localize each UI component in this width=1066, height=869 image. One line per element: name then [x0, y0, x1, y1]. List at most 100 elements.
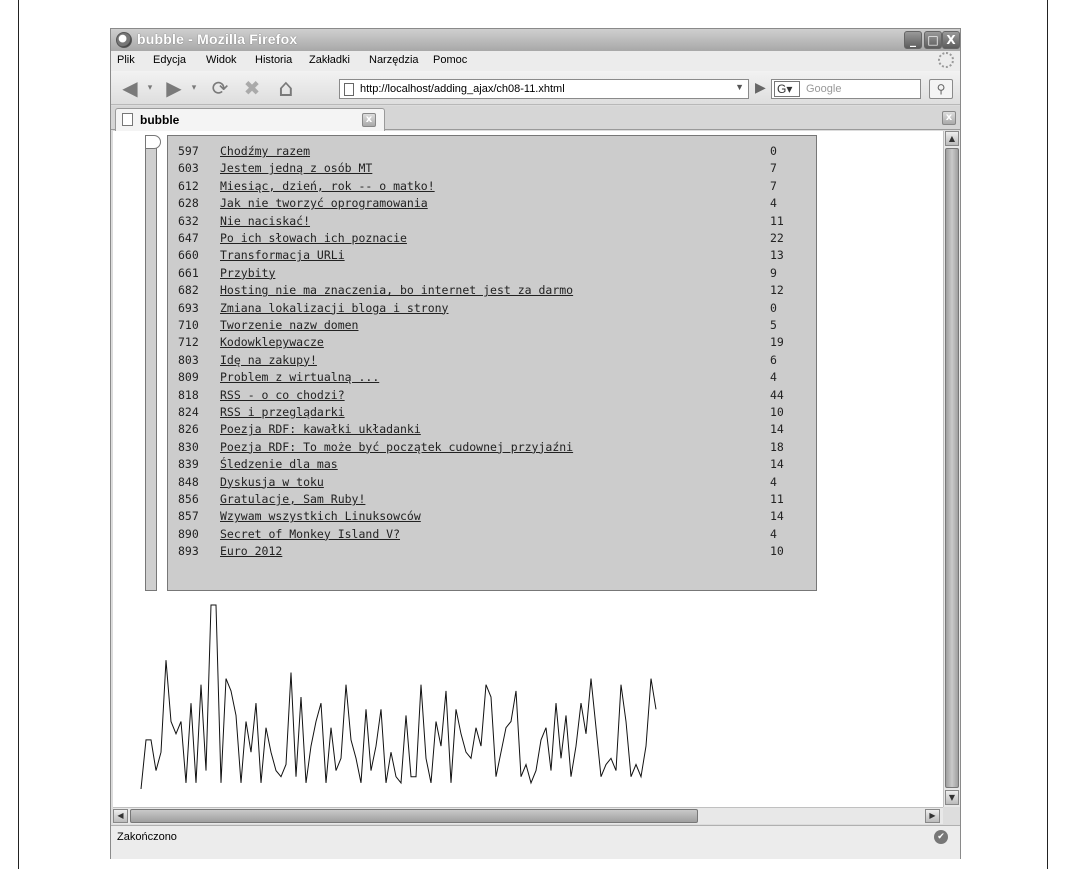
item-title-link[interactable]: RSS - o co chodzi? [220, 388, 345, 402]
horizontal-scrollbar[interactable]: ◀ ▶ [113, 807, 943, 824]
list-item[interactable]: 660 Transformacja URLi 13 [168, 246, 817, 263]
tab-close-icon[interactable]: x [362, 113, 376, 127]
item-id: 628 [178, 196, 199, 211]
list-item[interactable]: 824 RSS i przeglądarki 10 [168, 403, 817, 420]
item-title-link[interactable]: Idę na zakupy! [220, 353, 317, 367]
item-count: 7 [770, 178, 777, 193]
item-title-link[interactable]: Problem z wirtualną ... [220, 370, 379, 384]
item-count: 4 [770, 474, 777, 489]
item-title-link[interactable]: Secret of Monkey Island V? [220, 527, 400, 541]
item-title-link[interactable]: Po ich słowach ich poznacie [220, 231, 407, 245]
item-title-link[interactable]: Gratulacje, Sam Ruby! [220, 492, 365, 506]
list-item[interactable]: 712 Kodowklepywacze 19 [168, 333, 817, 350]
item-count: 22 [770, 231, 784, 245]
scroll-left-icon[interactable]: ◀ [113, 809, 128, 823]
item-title-link[interactable]: Hosting nie ma znaczenia, bo internet je… [220, 283, 573, 297]
scroll-up-icon[interactable]: ▲ [945, 131, 959, 146]
item-id: 710 [178, 318, 199, 332]
list-item[interactable]: 857 Wzywam wszystkich Linuksowców 14 [168, 507, 817, 524]
list-item[interactable]: 803 Idę na zakupy! 6 [168, 351, 817, 368]
menu-historia[interactable]: Historia [255, 54, 292, 66]
item-title-link[interactable]: Poezja RDF: To może być początek cudowne… [220, 440, 573, 454]
list-item[interactable]: 597 Chodźmy razem 0 [168, 142, 817, 159]
search-icon[interactable]: ⚲ [929, 79, 953, 99]
item-title-link[interactable]: Nie naciskać! [220, 214, 310, 228]
list-item[interactable]: 710 Tworzenie nazw domen 5 [168, 316, 817, 333]
chart-series-line [140, 604, 657, 790]
item-title-link[interactable]: Miesiąc, dzień, rok -- o matko! [220, 179, 435, 193]
item-title-link[interactable]: Jestem jedną z osób MT [220, 161, 372, 175]
stop-icon[interactable]: ✖ [239, 77, 265, 99]
item-title-link[interactable]: Kodowklepywacze [220, 335, 324, 349]
list-item[interactable]: 826 Poezja RDF: kawałki układanki 14 [168, 420, 817, 437]
page-icon [344, 83, 354, 96]
minimize-button[interactable]: _ [904, 31, 922, 49]
menu-plik[interactable]: Plik [117, 54, 135, 66]
list-item[interactable]: 830 Poezja RDF: To może być początek cudo… [168, 438, 817, 455]
bubble-slider-bar[interactable] [145, 139, 157, 591]
horizontal-scroll-thumb[interactable] [130, 809, 698, 823]
list-item[interactable]: 856 Gratulacje, Sam Ruby! 11 [168, 490, 817, 507]
search-engine-selector[interactable]: G▾ [774, 81, 800, 97]
list-item[interactable]: 632 Nie naciskać! 11 [168, 212, 817, 229]
vertical-scrollbar[interactable]: ▲ ▼ [943, 131, 960, 807]
back-history-dropdown[interactable]: ▾ [145, 77, 155, 99]
vertical-scroll-thumb[interactable] [945, 148, 959, 788]
menu-pomoc[interactable]: Pomoc [433, 54, 467, 66]
list-item[interactable]: 893 Euro 2012 10 [168, 542, 817, 559]
item-title-link[interactable]: Dyskusja w toku [220, 475, 324, 489]
list-item[interactable]: 628 Jak nie tworzyć oprogramowania 4 [168, 194, 817, 211]
home-icon[interactable]: ⌂ [273, 76, 299, 100]
list-item[interactable]: 682 Hosting nie ma znaczenia, bo internet… [168, 281, 817, 298]
item-title-link[interactable]: Poezja RDF: kawałki układanki [220, 422, 421, 436]
item-title-link[interactable]: Jak nie tworzyć oprogramowania [220, 196, 428, 210]
item-title-link[interactable]: Transformacja URLi [220, 248, 345, 262]
list-item[interactable]: 647 Po ich słowach ich poznacie 22 [168, 229, 817, 246]
list-item[interactable]: 661 Przybity 9 [168, 264, 817, 281]
item-title-link[interactable]: Tworzenie nazw domen [220, 318, 358, 332]
item-title-link[interactable]: Przybity [220, 266, 275, 280]
scroll-right-icon[interactable]: ▶ [925, 809, 940, 823]
menu-bar: Plik Edycja Widok Historia Zakładki Narz… [111, 51, 960, 71]
scroll-down-icon[interactable]: ▼ [945, 790, 959, 805]
close-window-button[interactable]: X [942, 31, 960, 49]
list-item[interactable]: 603 Jestem jedną z osób MT 7 [168, 159, 817, 176]
list-item[interactable]: 693 Zmiana lokalizacji bloga i strony 0 [168, 299, 817, 316]
list-item[interactable]: 848 Dyskusja w toku 4 [168, 473, 817, 490]
item-title-link[interactable]: Euro 2012 [220, 544, 282, 558]
item-title-link[interactable]: Wzywam wszystkich Linuksowców [220, 509, 421, 523]
url-dropdown-icon[interactable]: ▼ [735, 82, 744, 92]
item-title-link[interactable]: Śledzenie dla mas [220, 457, 338, 471]
url-text[interactable]: http://localhost/adding_ajax/ch08-11.xht… [360, 83, 565, 95]
item-count: 4 [770, 196, 777, 211]
list-item[interactable]: 818 RSS - o co chodzi? 44 [168, 386, 817, 403]
firefox-logo-icon [116, 32, 132, 48]
item-title-link[interactable]: RSS i przeglądarki [220, 405, 345, 419]
item-count: 0 [770, 300, 777, 315]
list-item[interactable]: 890 Secret of Monkey Island V? 4 [168, 525, 817, 542]
tab-bubble[interactable]: bubble x [115, 108, 385, 131]
list-item[interactable]: 612 Miesiąc, dzień, rok -- o matko! 7 [168, 177, 817, 194]
list-item[interactable]: 839 Śledzenie dla mas 14 [168, 455, 817, 472]
item-title-link[interactable]: Zmiana lokalizacji bloga i strony [220, 301, 448, 315]
go-icon[interactable]: ▶ [755, 80, 766, 96]
forward-history-dropdown[interactable]: ▾ [189, 77, 199, 99]
menu-narzedzia[interactable]: Narzędzia [369, 54, 419, 66]
address-bar[interactable]: http://localhost/adding_ajax/ch08-11.xht… [339, 79, 749, 99]
item-count: 4 [770, 370, 777, 385]
menu-edycja[interactable]: Edycja [153, 54, 186, 66]
menu-widok[interactable]: Widok [206, 54, 237, 66]
item-count: 10 [770, 405, 784, 419]
back-icon[interactable]: ◀ [117, 77, 143, 99]
maximize-button[interactable]: □ [924, 31, 942, 49]
search-input[interactable]: G▾ Google [771, 79, 921, 99]
forward-icon[interactable]: ▶ [161, 77, 187, 99]
menu-zakladki[interactable]: Zakładki [309, 54, 350, 66]
item-id: 612 [178, 178, 199, 193]
list-item[interactable]: 809 Problem z wirtualną ... 4 [168, 368, 817, 385]
item-title-link[interactable]: Chodźmy razem [220, 144, 310, 158]
title-bar[interactable]: bubble - Mozilla Firefox _ □ X [111, 29, 960, 51]
reload-icon[interactable]: ⟳ [207, 77, 233, 99]
close-tab-bar-icon[interactable]: x [942, 111, 956, 125]
bubble-list[interactable]: 597 Chodźmy razem 0 603 Jestem jedną z osób … [145, 135, 817, 591]
